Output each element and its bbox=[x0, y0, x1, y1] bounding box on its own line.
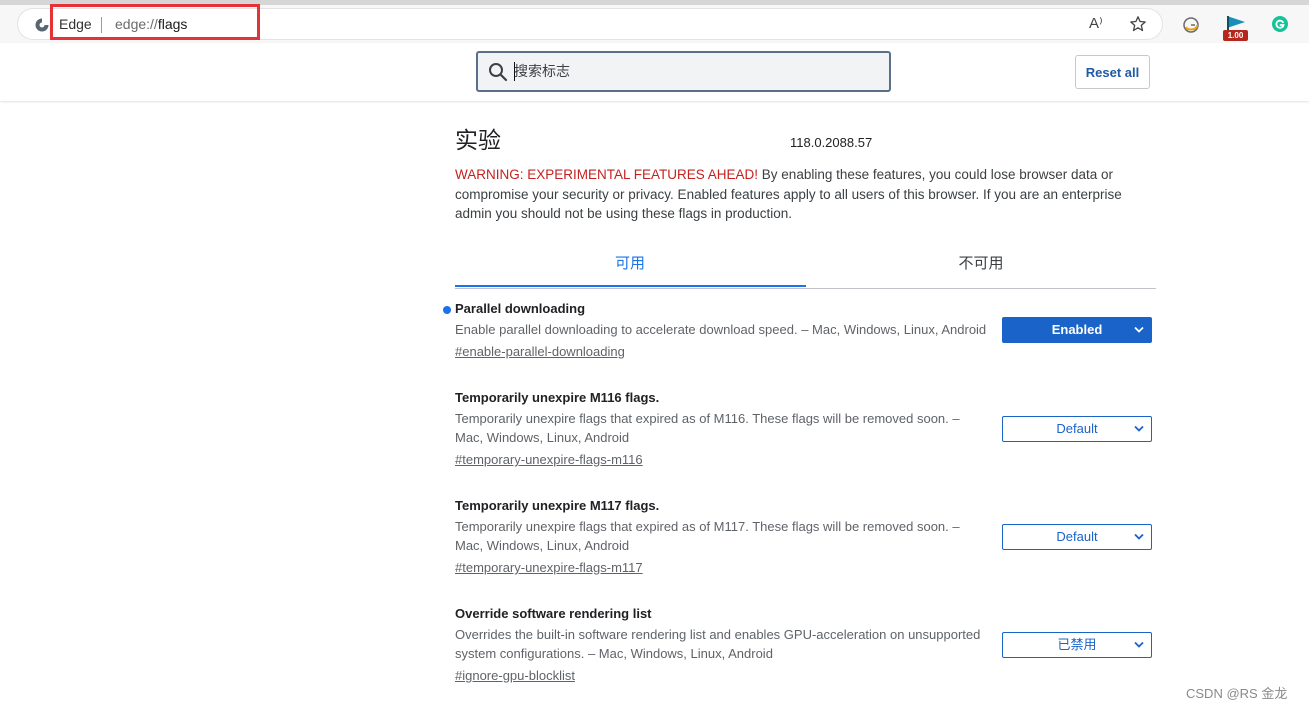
warning-heading: WARNING: EXPERIMENTAL FEATURES AHEAD! bbox=[455, 167, 759, 182]
chevron-down-icon bbox=[1134, 425, 1144, 432]
browser-toolbar: Edge edge://flags A⁾ 1.00 bbox=[0, 5, 1309, 43]
select-value: 已禁用 bbox=[1057, 637, 1097, 652]
flag-state-select[interactable]: Default bbox=[1002, 524, 1152, 550]
tab-bar: 可用 不可用 bbox=[455, 246, 1156, 289]
flag-title: Parallel downloading bbox=[455, 301, 586, 316]
chevron-down-icon bbox=[1134, 533, 1144, 540]
search-icon bbox=[488, 62, 508, 87]
flag-state-select[interactable]: Default bbox=[1002, 416, 1152, 442]
flag-state-select[interactable]: 已禁用 bbox=[1002, 632, 1152, 658]
flag-permalink[interactable]: #temporary-unexpire-flags-m117 bbox=[455, 558, 643, 577]
extension-g-icon[interactable] bbox=[1182, 16, 1202, 36]
extension-badge: 1.00 bbox=[1223, 30, 1248, 41]
modified-indicator-dot bbox=[443, 306, 451, 314]
url-scheme: edge:// bbox=[115, 16, 158, 32]
flag-state-select[interactable]: Enabled bbox=[1002, 317, 1152, 343]
text-caret bbox=[514, 62, 515, 81]
flag-title: Temporarily unexpire M117 flags. bbox=[455, 498, 660, 513]
select-value: Default bbox=[1056, 529, 1098, 544]
edge-logo-icon bbox=[34, 17, 50, 33]
flag-permalink[interactable]: #ignore-gpu-blocklist bbox=[455, 666, 575, 685]
chevron-down-icon bbox=[1134, 641, 1144, 648]
watermark-text: CSDN @RS 金龙 bbox=[1186, 686, 1288, 701]
reset-all-button[interactable]: Reset all bbox=[1075, 55, 1150, 89]
flag-description: Temporarily unexpire flags that expired … bbox=[455, 411, 960, 445]
flag-description: Enable parallel downloading to accelerat… bbox=[455, 322, 987, 337]
address-bar[interactable]: Edge edge://flags bbox=[18, 9, 1162, 39]
chevron-down-icon bbox=[1134, 326, 1144, 333]
tab-available[interactable]: 可用 bbox=[455, 246, 805, 286]
address-url[interactable]: edge://flags bbox=[115, 16, 187, 32]
flag-title: Override software rendering list bbox=[455, 606, 652, 621]
grammarly-icon[interactable] bbox=[1271, 15, 1291, 35]
favorite-star-icon[interactable] bbox=[1129, 15, 1149, 35]
flag-description: Temporarily unexpire flags that expired … bbox=[455, 519, 960, 553]
address-separator bbox=[101, 17, 102, 33]
url-host: flags bbox=[157, 16, 188, 32]
warning-text: WARNING: EXPERIMENTAL FEATURES AHEAD! By… bbox=[455, 165, 1155, 224]
version-label: 118.0.2088.57 bbox=[790, 135, 873, 150]
search-input[interactable] bbox=[514, 61, 874, 81]
flags-header: Reset all bbox=[0, 43, 1309, 101]
flag-permalink[interactable]: #enable-parallel-downloading bbox=[455, 342, 625, 361]
page-title: 实验 bbox=[455, 127, 501, 153]
flag-permalink[interactable]: #temporary-unexpire-flags-m116 bbox=[455, 450, 643, 469]
select-value: Default bbox=[1056, 421, 1098, 436]
select-value: Enabled bbox=[1051, 322, 1103, 337]
flag-title: Temporarily unexpire M116 flags. bbox=[455, 390, 660, 405]
search-box[interactable] bbox=[476, 51, 891, 92]
flag-description: Overrides the built-in software renderin… bbox=[455, 627, 981, 661]
tab-unavailable[interactable]: 不可用 bbox=[806, 246, 1156, 286]
read-aloud-icon[interactable]: A⁾ bbox=[1089, 14, 1111, 36]
site-identity-label: Edge bbox=[59, 16, 92, 32]
active-tab-indicator bbox=[455, 285, 806, 287]
